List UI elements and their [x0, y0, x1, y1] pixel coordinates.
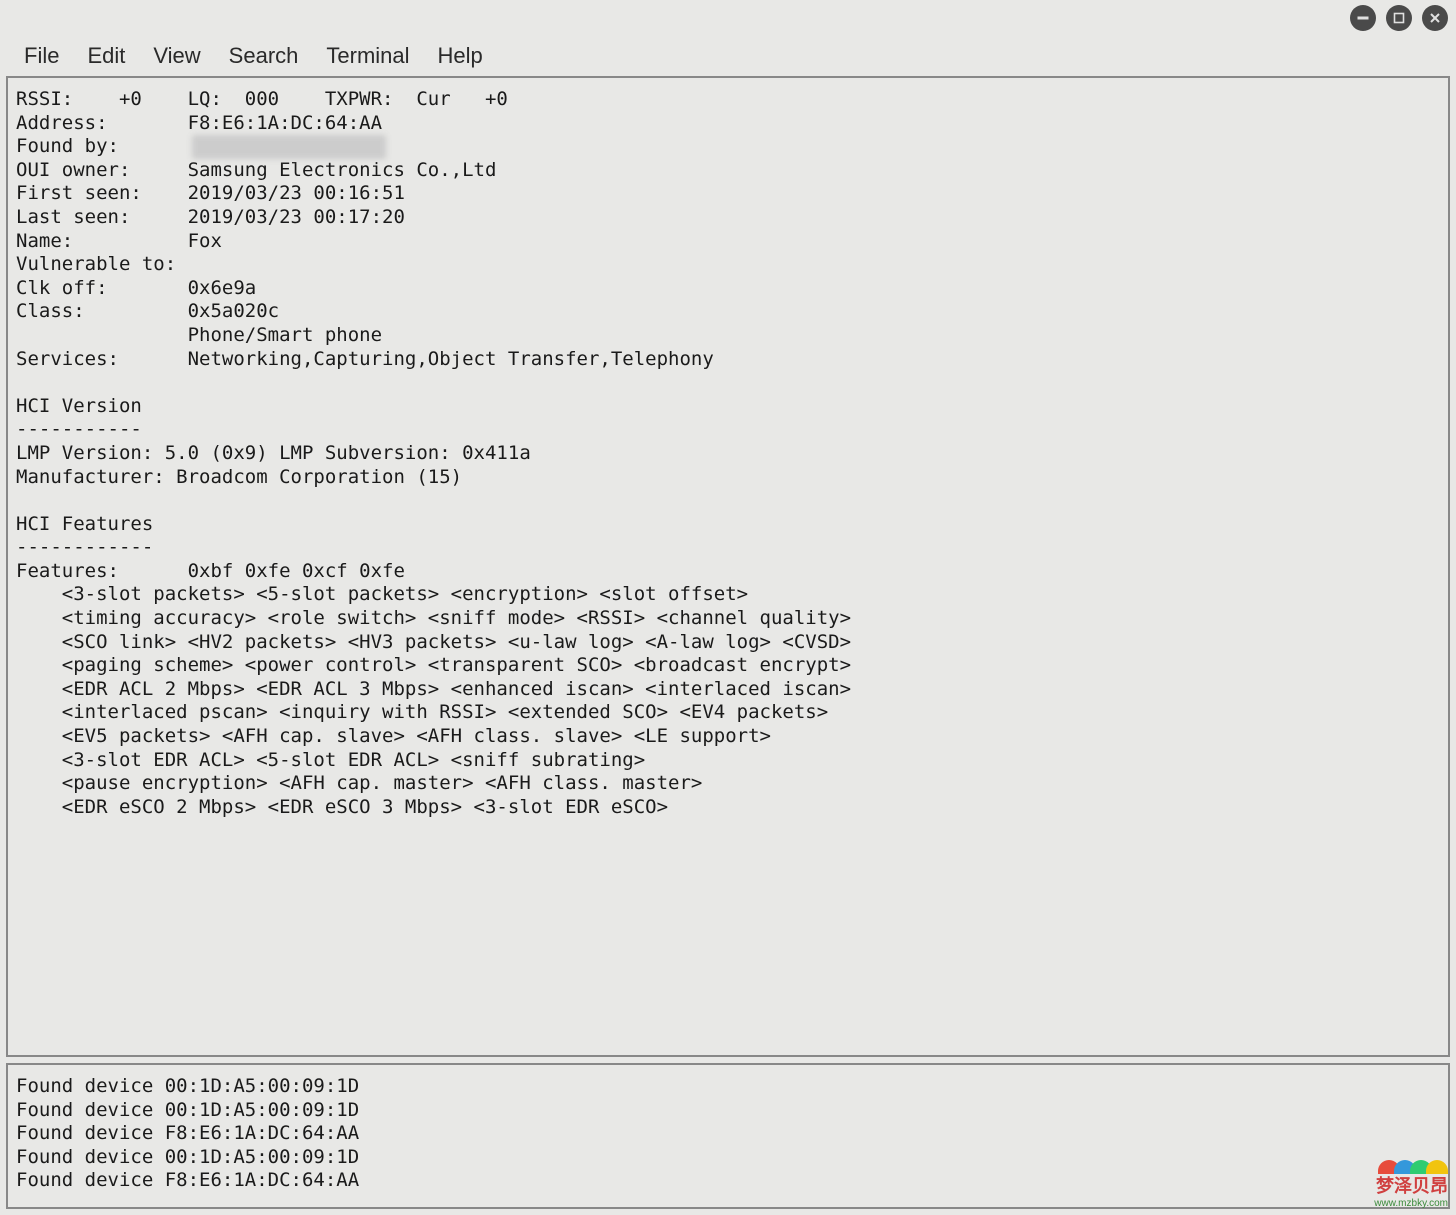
output-line: <SCO link> <HV2 packets> <HV3 packets> <…: [16, 631, 851, 653]
menu-help[interactable]: Help: [424, 37, 497, 75]
menu-edit[interactable]: Edit: [73, 37, 139, 75]
log-line: Found device F8:E6:1A:DC:64:AA: [16, 1122, 359, 1144]
close-icon: [1429, 12, 1441, 24]
menu-search[interactable]: Search: [215, 37, 313, 75]
minimize-button[interactable]: [1350, 5, 1376, 31]
output-line: <timing accuracy> <role switch> <sniff m…: [16, 607, 851, 629]
content-area: RSSI: +0 LQ: 000 TXPWR: Cur +0 Address: …: [0, 76, 1456, 1215]
output-line: Clk off: 0x6e9a: [16, 277, 256, 299]
output-line: <pause encryption> <AFH cap. master> <AF…: [16, 772, 702, 794]
menu-view[interactable]: View: [139, 37, 214, 75]
output-line: LMP Version: 5.0 (0x9) LMP Subversion: 0…: [16, 442, 531, 464]
section-header: HCI Version: [16, 395, 142, 417]
section-separator: ------------: [16, 536, 153, 558]
output-line: RSSI: +0 LQ: 000 TXPWR: Cur +0: [16, 88, 508, 110]
main-output-pane[interactable]: RSSI: +0 LQ: 000 TXPWR: Cur +0 Address: …: [6, 76, 1450, 1057]
maximize-button[interactable]: [1386, 5, 1412, 31]
output-line: <interlaced pscan> <inquiry with RSSI> <…: [16, 701, 828, 723]
output-line: Address: F8:E6:1A:DC:64:AA: [16, 112, 382, 134]
titlebar: [0, 0, 1456, 36]
redacted-found-by: XX:XX:XX:XX:XX:XX: [192, 135, 386, 159]
output-line: OUI owner: Samsung Electronics Co.,Ltd: [16, 159, 496, 181]
minimize-icon: [1357, 12, 1369, 24]
output-line: <EV5 packets> <AFH cap. slave> <AFH clas…: [16, 725, 771, 747]
output-line: <paging scheme> <power control> <transpa…: [16, 654, 851, 676]
output-line: Features: 0xbf 0xfe 0xcf 0xfe: [16, 560, 405, 582]
log-output-pane[interactable]: Found device 00:1D:A5:00:09:1D Found dev…: [6, 1063, 1450, 1209]
output-line: Name: Fox: [16, 230, 222, 252]
output-line: First seen: 2019/03/23 00:16:51: [16, 182, 405, 204]
log-line: Found device F8:E6:1A:DC:64:AA: [16, 1169, 359, 1191]
output-line: Services: Networking,Capturing,Object Tr…: [16, 348, 714, 370]
log-line: Found device 00:1D:A5:00:09:1D: [16, 1075, 359, 1097]
output-line: <3-slot packets> <5-slot packets> <encry…: [16, 583, 748, 605]
output-line: <EDR ACL 2 Mbps> <EDR ACL 3 Mbps> <enhan…: [16, 678, 851, 700]
output-line: <3-slot EDR ACL> <5-slot EDR ACL> <sniff…: [16, 749, 645, 771]
output-line: Vulnerable to:: [16, 253, 176, 275]
output-line: Phone/Smart phone: [16, 324, 382, 346]
menu-file[interactable]: File: [10, 37, 73, 75]
maximize-icon: [1393, 12, 1405, 24]
menu-terminal[interactable]: Terminal: [312, 37, 423, 75]
output-line: <EDR eSCO 2 Mbps> <EDR eSCO 3 Mbps> <3-s…: [16, 796, 668, 818]
log-line: Found device 00:1D:A5:00:09:1D: [16, 1146, 359, 1168]
output-line: Found by:: [16, 135, 188, 157]
section-header: HCI Features: [16, 513, 153, 535]
log-line: Found device 00:1D:A5:00:09:1D: [16, 1099, 359, 1121]
menubar: File Edit View Search Terminal Help: [0, 36, 1456, 76]
terminal-window: File Edit View Search Terminal Help RSSI…: [0, 0, 1456, 1215]
output-line: Manufacturer: Broadcom Corporation (15): [16, 466, 462, 488]
output-line: Class: 0x5a020c: [16, 300, 279, 322]
output-line: Last seen: 2019/03/23 00:17:20: [16, 206, 405, 228]
close-button[interactable]: [1422, 5, 1448, 31]
section-separator: -----------: [16, 418, 142, 440]
